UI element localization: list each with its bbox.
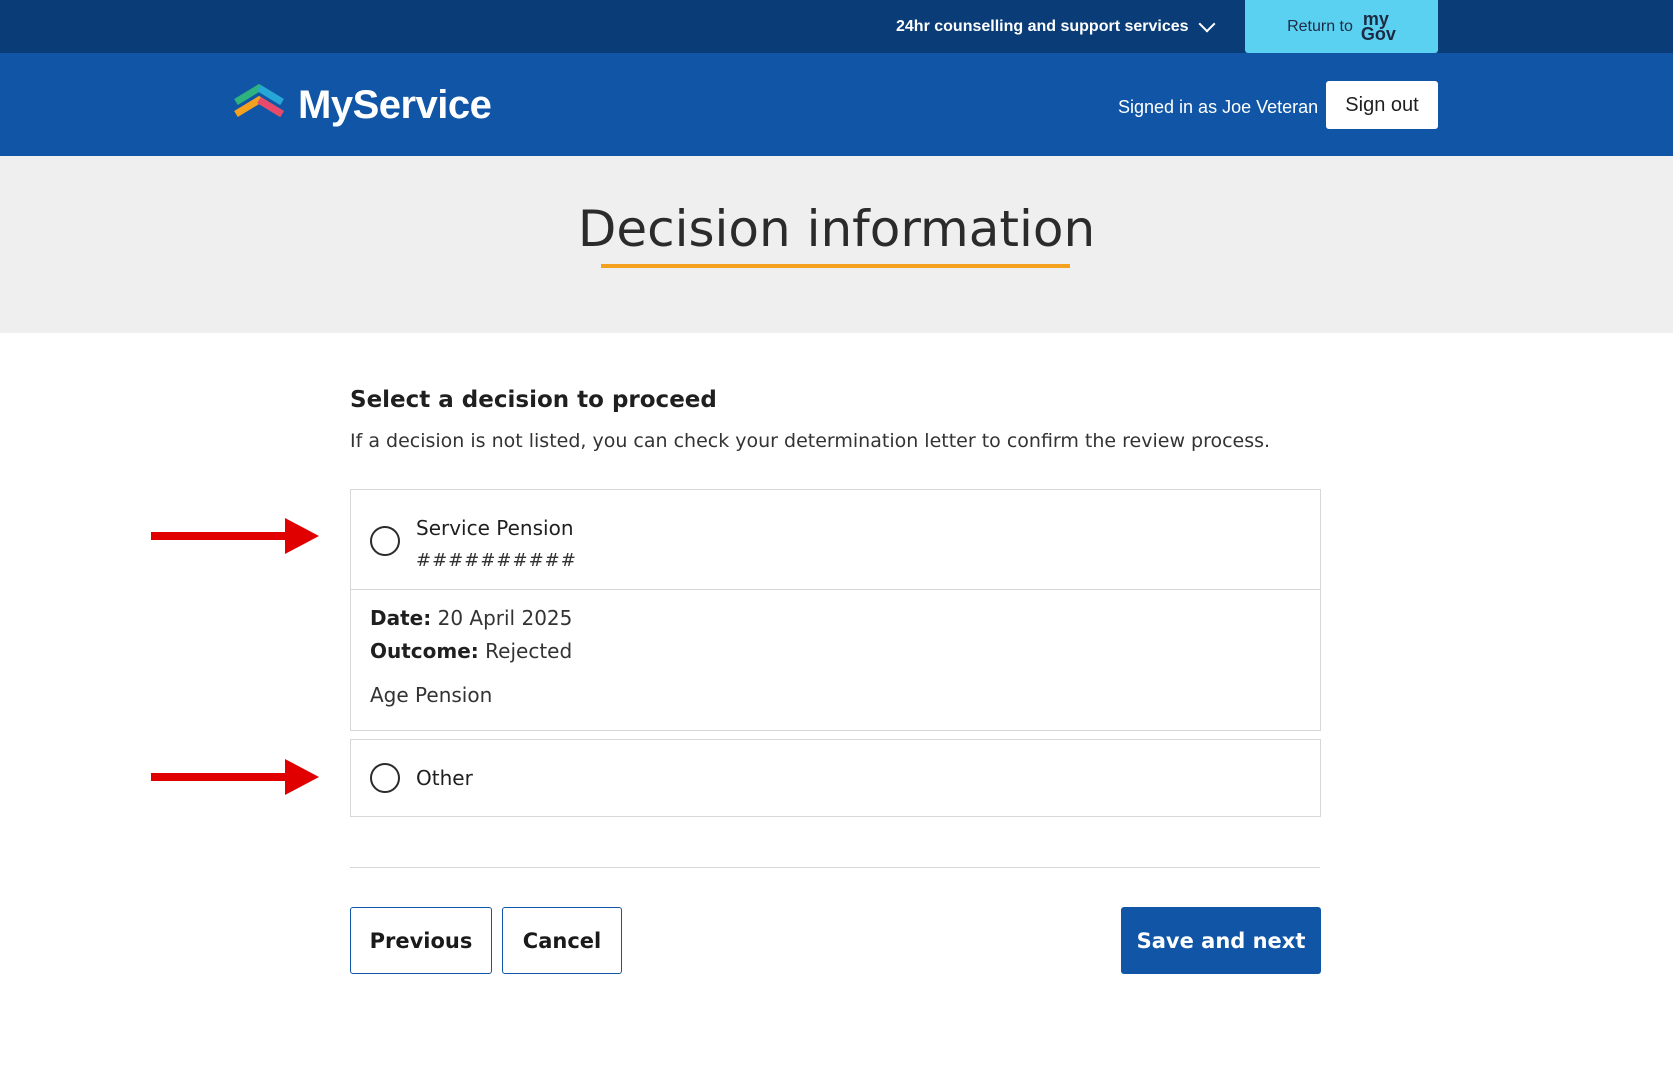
cancel-button[interactable]: Cancel — [502, 907, 622, 974]
radio-service-pension[interactable] — [370, 526, 400, 556]
red-arrow-annotation — [151, 759, 319, 795]
decision-category: Age Pension — [370, 683, 493, 707]
card-divider — [351, 589, 1320, 590]
date-value: 20 April 2025 — [437, 606, 573, 630]
support-services-menu[interactable]: 24hr counselling and support services — [896, 15, 1216, 38]
section-help-text: If a decision is not listed, you can che… — [350, 430, 1271, 452]
option-title: Other — [416, 766, 473, 790]
chevron-down-icon — [1198, 15, 1216, 33]
mygov-logo: my Gov — [1360, 10, 1396, 44]
save-and-next-button[interactable]: Save and next — [1121, 907, 1321, 974]
date-label: Date: — [370, 606, 432, 630]
myservice-logo-link[interactable]: MyService — [232, 82, 492, 127]
section-divider — [350, 867, 1320, 868]
return-to-label: Return to — [1287, 17, 1353, 35]
decision-outcome: Outcome: Rejected — [370, 639, 572, 663]
site-header: MyService Signed in as Joe Veteran Sign … — [0, 53, 1673, 156]
return-to-mygov-button[interactable]: Return to my Gov — [1245, 0, 1438, 53]
decision-option-other[interactable]: Other — [350, 739, 1321, 817]
mygov-logo-line2: Gov — [1360, 23, 1396, 44]
radio-other[interactable] — [370, 763, 400, 793]
decision-option-service-pension[interactable]: Service Pension ########## Date: 20 Apri… — [350, 489, 1321, 731]
top-utility-bar: 24hr counselling and support services Re… — [0, 0, 1673, 53]
option-reference-id: ########## — [416, 550, 577, 571]
myservice-logo-icon — [234, 84, 284, 117]
section-heading: Select a decision to proceed — [350, 387, 717, 413]
signed-in-text: Signed in as Joe Veteran — [1118, 97, 1319, 117]
sign-out-button[interactable]: Sign out — [1326, 81, 1438, 129]
page-title-banner: Decision information — [0, 156, 1673, 333]
title-underline — [601, 264, 1070, 268]
page-title: Decision information — [577, 200, 1096, 258]
red-arrow-annotation — [151, 518, 319, 554]
decision-date: Date: 20 April 2025 — [370, 606, 572, 630]
outcome-value: Rejected — [485, 639, 573, 663]
brand-name: MyService — [298, 82, 492, 127]
support-services-label: 24hr counselling and support services — [896, 18, 1189, 35]
option-title: Service Pension — [416, 516, 574, 540]
outcome-label: Outcome: — [370, 639, 479, 663]
previous-button[interactable]: Previous — [350, 907, 492, 974]
